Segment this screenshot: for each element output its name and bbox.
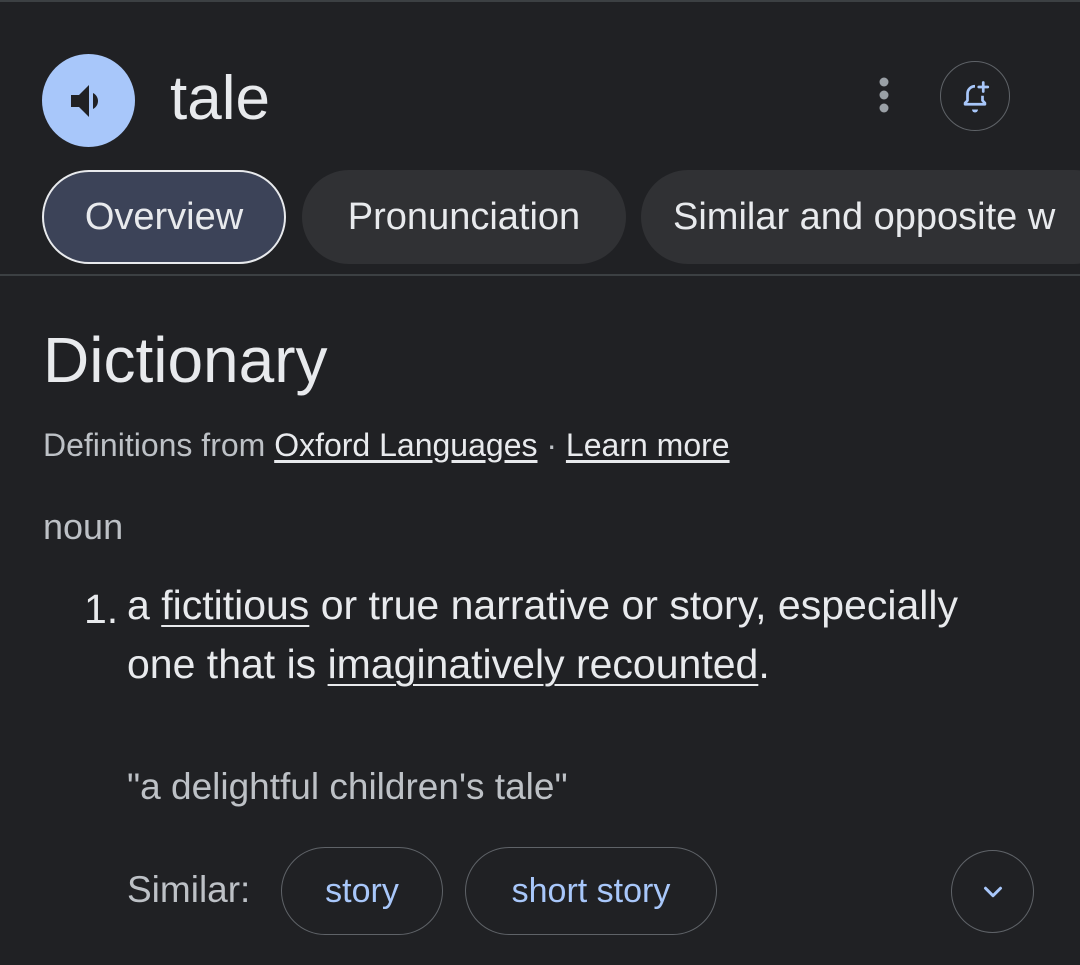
more-vert-icon [879,77,889,113]
similar-chip-story[interactable]: story [281,847,443,935]
tab-similar-opposite[interactable]: Similar and opposite w [641,170,1080,264]
tab-overview[interactable]: Overview [42,170,286,264]
similar-label: Similar: [127,869,251,910]
source-attribution: Definitions from Oxford Languages · Lear… [43,424,730,466]
expand-button[interactable] [951,850,1034,933]
header: tale [0,0,1080,150]
pronounce-button[interactable] [42,54,135,147]
imaginatively-recounted-link[interactable]: imaginatively recounted [328,641,759,687]
separator-dot: · [546,427,558,463]
fictitious-link[interactable]: fictitious [161,582,309,628]
definition-text-part: a [127,582,162,628]
add-alert-icon [963,81,990,113]
tab-bar: Overview Pronunciation Similar and oppos… [0,170,1080,264]
definition-text-part: . [758,641,770,687]
usage-example: "a delightful children's tale" [127,766,568,807]
chevron-down-icon [983,886,1002,897]
learn-more-link[interactable]: Learn more [566,427,730,463]
definition-number: 1. [84,586,119,632]
tab-pronunciation[interactable]: Pronunciation [302,170,626,264]
definition-text: a fictitious or true narrative or story,… [127,576,987,694]
oxford-languages-link[interactable]: Oxford Languages [274,427,537,463]
section-title: Dictionary [43,324,328,396]
similar-chip-short-story[interactable]: short story [465,847,717,935]
more-options-button[interactable] [864,75,904,115]
source-prefix: Definitions from [43,427,266,463]
add-alert-button[interactable] [940,61,1010,131]
headword: tale [170,64,270,133]
tab-divider [0,274,1080,276]
volume-icon [70,84,98,117]
part-of-speech: noun [43,506,124,547]
